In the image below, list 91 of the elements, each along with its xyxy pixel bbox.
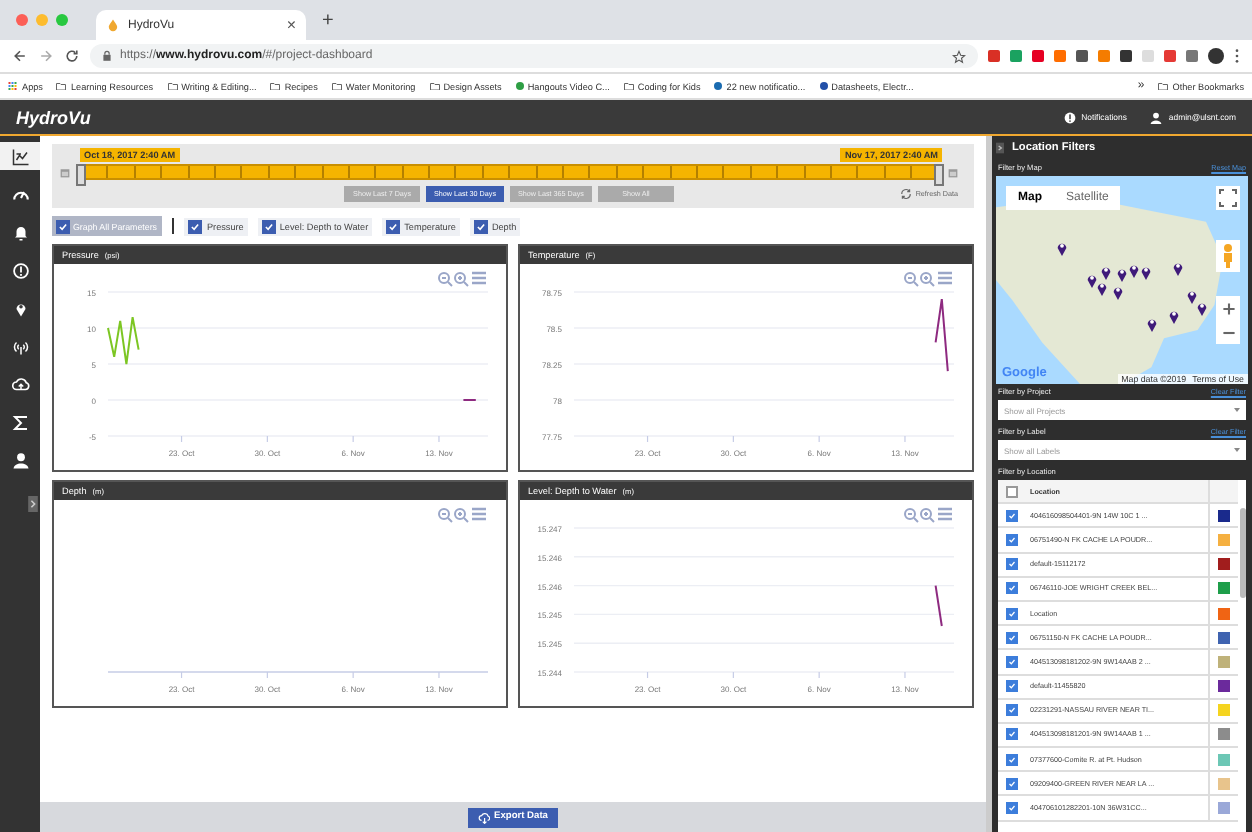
dropdown-caret-icon [1234,408,1240,412]
folder-icon [331,81,342,91]
map-pin-icon[interactable] [1112,284,1124,300]
plus-icon [1221,301,1235,315]
new-tab-button[interactable]: + [322,9,334,31]
data-line [934,298,949,373]
checkmark-icon [190,221,201,231]
zoom-in-icon[interactable] [920,508,935,523]
chart-menu-icon[interactable] [470,507,488,521]
hydrovu-logo[interactable]: HydroVu [16,107,91,127]
bell-icon [11,223,29,241]
map-pin-icon[interactable] [1116,266,1128,282]
folder-icon [270,81,281,91]
row-checkbox[interactable] [1006,509,1018,522]
checkmark-icon [263,221,274,231]
chart-lines-icon [11,147,29,165]
chart-menu-icon[interactable] [936,271,954,285]
row-checkbox[interactable] [1006,728,1018,741]
map-pin-icon[interactable] [1172,260,1184,276]
zoom-out-icon[interactable] [904,508,919,523]
alert-icon [1063,111,1076,123]
row-checkbox[interactable] [1006,607,1018,620]
folder-icon [167,81,178,91]
map-pin-icon[interactable] [1128,262,1140,278]
row-checkbox[interactable] [1006,704,1018,717]
select-all-checkbox[interactable] [1006,485,1018,498]
row-checkbox[interactable] [1006,558,1018,571]
checkmark-icon [475,221,486,231]
checkmark-icon [57,221,67,231]
data-line [107,316,140,365]
alert-icon [11,261,29,279]
zoom-out-icon[interactable] [438,272,453,287]
row-checkbox[interactable] [1006,802,1018,815]
row-checkbox[interactable] [1006,655,1018,668]
zoom-out-icon[interactable] [904,272,919,287]
slider-handle[interactable] [934,163,944,185]
menu-icon[interactable] [1234,48,1240,64]
droplet-icon [106,18,120,32]
user-icon [1150,111,1163,123]
refresh-icon [899,188,912,200]
row-checkbox[interactable] [1006,533,1018,546]
map-pin-icon[interactable] [1096,280,1108,296]
map-pin-icon[interactable] [1186,288,1198,304]
antenna-icon [11,337,29,355]
calendar-icon[interactable] [948,167,958,177]
zoom-out-icon[interactable] [438,508,453,523]
scrollbar[interactable] [1240,508,1245,598]
row-checkbox[interactable] [1006,777,1018,790]
profile-avatar[interactable] [1208,48,1224,64]
row-checkbox[interactable] [1006,631,1018,644]
lock-icon [102,50,112,62]
zoom-in-icon[interactable] [454,272,469,287]
cloud-download-icon [478,811,491,823]
forward-icon[interactable] [38,48,54,64]
user-icon [11,451,29,469]
folder-icon [623,81,634,91]
data-line [462,399,477,401]
folder-icon [429,81,440,91]
calendar-icon[interactable] [60,167,70,177]
map-pin-icon[interactable] [1196,300,1208,316]
row-checkbox[interactable] [1006,753,1018,766]
map-pin-icon[interactable] [1100,264,1112,280]
chart-menu-icon[interactable] [470,271,488,285]
bookmark-star-icon[interactable] [952,49,966,63]
sigma-icon [11,413,29,431]
expand-panel-icon[interactable] [27,496,37,512]
back-icon[interactable] [12,48,28,64]
map-pin-icon[interactable] [1086,272,1098,288]
chart-menu-icon[interactable] [936,507,954,521]
row-checkbox[interactable] [1006,680,1018,693]
map-pin-icon[interactable] [1140,264,1152,280]
zoom-in-icon[interactable] [454,508,469,523]
map-pin-icon[interactable] [1056,240,1068,256]
slider-handle[interactable] [76,163,86,185]
row-checkbox[interactable] [1006,582,1018,595]
map-pin-icon[interactable] [1168,308,1180,324]
folder-icon [56,81,67,91]
nav-item[interactable] [0,142,40,170]
close-window-control[interactable] [16,14,28,26]
zoom-in-icon[interactable] [920,272,935,287]
checkmark-icon [388,221,399,231]
folder-icon [1158,81,1169,91]
collapse-panel-icon[interactable] [996,142,1004,154]
map-pin-icon[interactable] [1146,316,1158,332]
fullscreen-icon[interactable] [1216,186,1240,210]
location-pin-icon [11,299,29,317]
reload-icon[interactable] [64,48,80,64]
dropdown-caret-icon [1234,448,1240,452]
cloud-icon [11,375,29,393]
data-line [934,584,943,627]
close-tab-button[interactable]: × [286,16,296,34]
